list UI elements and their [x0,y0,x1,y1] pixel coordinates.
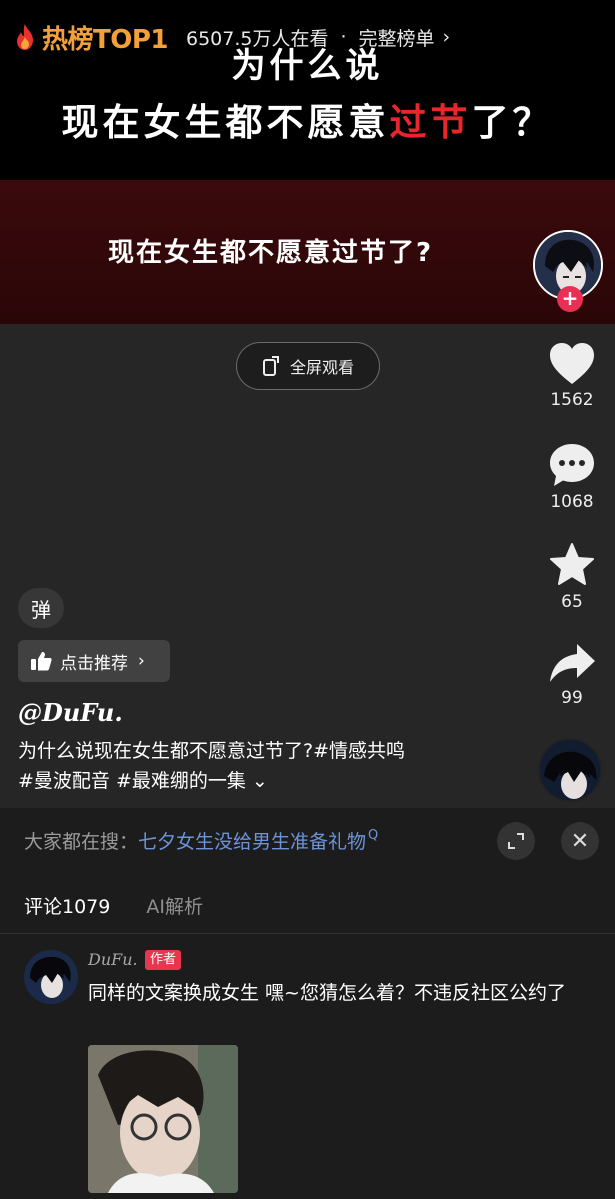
hot-rank-tag: 热榜TOP1 [42,24,169,55]
like-button[interactable]: 1562 [530,342,614,410]
share-arrow-icon [550,644,595,682]
star-icon [550,543,594,585]
hot-list-row[interactable]: 热榜TOP1 6507.5万人在看 · 完整榜单 › [14,20,451,55]
comment-image[interactable] [88,1045,238,1193]
caption-line2: #曼波配音 #最难绷的一集 ⌄ [18,770,268,792]
caption-line1: 为什么说现在女生都不愿意过节了?#情感共鸣 [18,740,406,762]
comment-avatar[interactable] [24,950,78,1004]
video-caption[interactable]: 为什么说现在女生都不愿意过节了?#情感共鸣 #曼波配音 #最难绷的一集 ⌄ [18,736,518,796]
search-icon: Q [368,827,379,843]
like-count: 1562 [550,390,594,410]
divider [0,933,615,934]
rotate-screen-icon [262,356,279,376]
fullscreen-button[interactable]: 全屏观看 [236,342,380,390]
close-button[interactable]: ✕ [561,822,599,860]
tab-ai-analysis[interactable]: AI解析 [146,892,203,919]
comment-count: 1068 [550,492,594,512]
heart-icon [550,343,594,384]
video-author-name[interactable]: @DuFu. [18,698,123,727]
fullscreen-label: 全屏观看 [289,358,354,377]
expand-button[interactable] [497,822,535,860]
danmaku-toggle[interactable]: 弹 [18,588,64,628]
trending-search-row[interactable]: 大家都在搜： 七夕女生没给男生准备礼物 Q [24,820,378,860]
close-icon: ✕ [570,828,590,854]
trending-search-query[interactable]: 七夕女生没给男生准备礼物 [138,827,366,854]
expand-icon [508,833,524,849]
tab-comments[interactable]: 评论1079 [24,892,110,919]
anime-portrait-icon [24,950,78,1004]
banner-title-line2: 现在女生都不愿意过节了？ [0,92,615,146]
reaction-photo-icon [88,1045,238,1193]
chevron-right-icon: › [442,26,451,48]
comment-button[interactable]: 1068 [530,442,614,512]
favorite-button[interactable]: 65 [530,542,614,612]
share-button[interactable]: 99 [530,642,614,708]
favorite-count: 65 [561,592,583,612]
search-prefix: 大家都在搜： [24,830,139,853]
banner-line2-suffix: 了？ [471,101,554,144]
banner-line2-highlight: 过节 [389,101,472,144]
fire-icon [17,24,33,50]
comment-text: 同样的文案换成女生 嘿~您猜怎么着？不违反社区公约了 [88,982,566,1004]
recommend-label: 点击推荐 [60,653,128,674]
thumbs-up-icon [31,652,52,671]
comment-author-name[interactable]: DuFu. [88,950,138,969]
creator-avatar[interactable]: + [533,230,607,312]
chevron-right-icon: › [138,651,145,671]
comment-bubble-icon [550,444,594,486]
recommend-button[interactable]: 点击推荐 › [18,640,170,682]
hot-viewer-count: 6507.5万人在看 [186,27,329,50]
music-disc-avatar[interactable] [538,738,602,802]
full-list-link[interactable]: 完整榜单 [359,24,435,51]
author-badge: 作者 [145,950,182,970]
follow-button[interactable]: + [557,286,583,312]
banner-line2-prefix: 现在女生都不愿意 [61,101,390,144]
comment-tabs: 评论1079 AI解析 [24,888,239,922]
hot-separator: · [340,26,347,48]
hot-topic-title[interactable]: 现在女生都不愿意过节了? [108,232,433,269]
share-count: 99 [561,688,583,708]
